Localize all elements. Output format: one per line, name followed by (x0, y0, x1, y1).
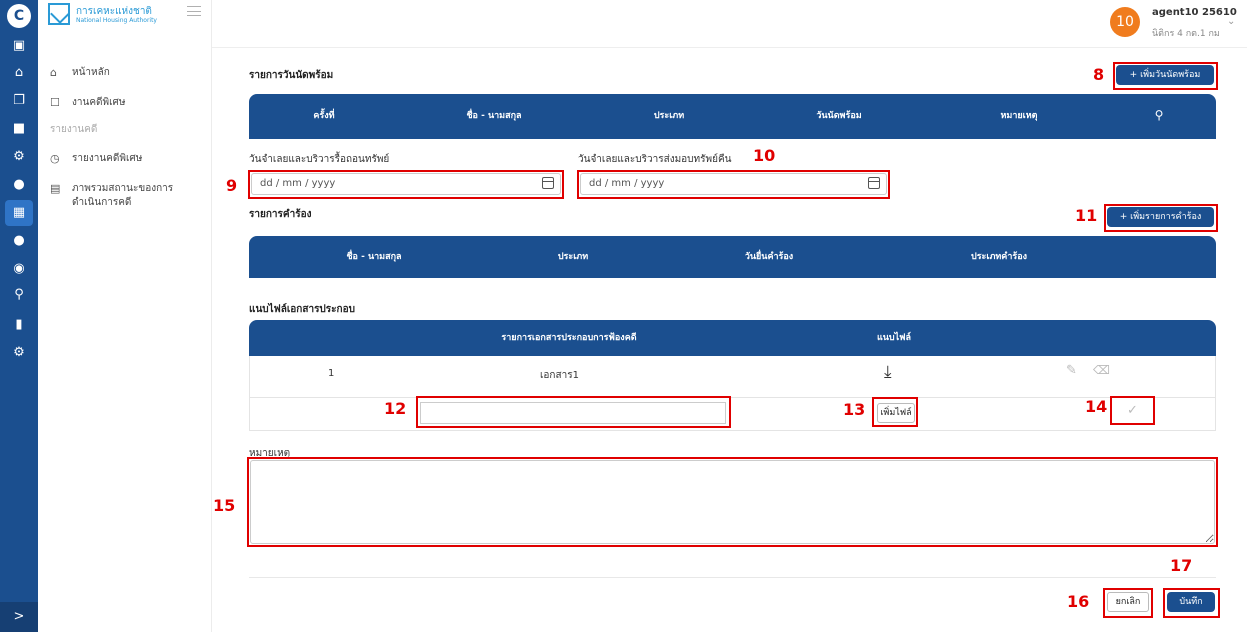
annotation-box (1163, 588, 1220, 618)
clock-icon: ◷ (50, 152, 60, 165)
brand-logo-icon (48, 3, 70, 25)
callout-number: 17 (1170, 556, 1193, 575)
dashboard-icon[interactable]: ▦ (5, 200, 33, 226)
annotation-box (1113, 62, 1218, 90)
callout-number: 9 (226, 176, 238, 195)
briefcase-icon[interactable]: ▣ (0, 33, 38, 59)
user-icon[interactable]: ● (0, 172, 38, 198)
annotation-box (247, 457, 1218, 547)
column-header: รายการเอกสารประกอบการฟ้องคดี (501, 333, 637, 343)
sidebar-section-label: รายงานคดี (50, 124, 98, 135)
column-header: ประเภทคำร้อง (970, 252, 1028, 262)
annotation-box (416, 396, 731, 428)
brand[interactable]: การเคหะแห่งชาติ National Housing Authori… (48, 3, 198, 31)
column-header: ประเภท (653, 111, 685, 121)
callout-number: 8 (1093, 65, 1105, 84)
divider (249, 577, 1216, 578)
chevron-down-icon[interactable]: ⌄ (1227, 16, 1235, 27)
brand-name-en: National Housing Authority (76, 17, 157, 24)
column-header: วันนัดพร้อม (816, 111, 862, 121)
expand-sidebar-button[interactable]: > (0, 602, 38, 632)
attachments-table-header: รายการเอกสารประกอบการฟ้องคดี แนบไฟล์ (249, 320, 1216, 356)
cogs-icon[interactable]: ⚙ (0, 340, 38, 366)
row-number: 1 (328, 368, 335, 379)
table-row: 1 เอกสาร1 ⤓ ✎ ⌫ (249, 356, 1216, 398)
ready-list-table-header: ครั้งที่ ชื่อ - นามสกุล ประเภท วันนัดพร้… (249, 94, 1216, 139)
annotation-box (1110, 396, 1155, 425)
sidebar-item-label: รายงานคดีพิเศษ (72, 153, 143, 164)
sidebar-item-label: หน้าหลัก (72, 67, 110, 78)
document-icon[interactable]: ■ (0, 116, 38, 142)
column-header: ชื่อ - นามสกุล (466, 111, 522, 121)
callout-number: 15 (213, 496, 236, 515)
bookmark-icon: ☐ (50, 96, 60, 109)
copy-icon[interactable]: ❐ (0, 88, 38, 114)
petitions-title: รายการคำร้อง (249, 209, 312, 220)
return-date-label: วันจำเลยและบริวารส่งมอบทรัพย์คืน (578, 154, 732, 165)
demolish-date-label: วันจำเลยและบริวารรื้อถอนทรัพย์ (249, 154, 390, 165)
search-icon[interactable]: ⚲ (1149, 94, 1169, 136)
sidebar-item-label: งานคดีพิเศษ (72, 97, 126, 108)
petitions-table-header: ชื่อ - นามสกุล ประเภท วันยื่นคำร้อง ประเ… (249, 236, 1216, 278)
column-header: ครั้งที่ (313, 111, 335, 121)
annotation-box (872, 397, 918, 427)
user-role: นิติกร 4 กต.1 กม (1152, 29, 1220, 39)
edit-icon[interactable]: ✎ (1066, 363, 1077, 378)
annotation-box (1103, 588, 1153, 618)
callout-number: 11 (1075, 206, 1098, 225)
download-icon[interactable]: ⤓ (884, 362, 892, 382)
callout-number: 12 (384, 399, 407, 418)
settings-icon[interactable]: ◉ (0, 256, 38, 282)
top-bar: 10 agent10 25610 นิติกร 4 กต.1 กม ⌄ (212, 0, 1247, 48)
column-header: ประเภท (557, 252, 589, 262)
home-icon[interactable]: ⌂ (0, 60, 38, 86)
annotation-box (1104, 204, 1218, 232)
callout-number: 16 (1067, 592, 1090, 611)
column-header: วันยื่นคำร้อง (744, 252, 794, 262)
icon-rail: C ▣ ⌂ ❐ ■ ⚙ ● ▦ ● ◉ ⚲ ▮ ⚙ > (0, 0, 38, 632)
avatar[interactable]: 10 (1110, 7, 1140, 37)
sidebar: การเคหะแห่งชาติ National Housing Authori… (38, 0, 212, 632)
attachments-title: แนบไฟล์เอกสารประกอบ (249, 304, 355, 315)
delete-icon[interactable]: ⌫ (1093, 363, 1110, 377)
column-header: หมายเหตุ (1000, 111, 1038, 121)
annotation-box (577, 170, 890, 199)
app-logo[interactable]: C (7, 4, 31, 28)
column-header: ชื่อ - นามสกุล (346, 252, 402, 262)
gear-icon[interactable]: ⚙ (0, 144, 38, 170)
search-icon[interactable]: ⚲ (0, 282, 38, 308)
callout-number: 10 (753, 146, 776, 165)
annotation-box (248, 170, 564, 199)
home-outline-icon: ⌂ (50, 66, 57, 79)
users-icon[interactable]: ● (0, 228, 38, 254)
callout-number: 14 (1085, 397, 1108, 416)
ready-list-title: รายการวันนัดพร้อม (249, 70, 334, 81)
callout-number: 13 (843, 400, 866, 419)
file-icon: ▤ (50, 182, 61, 195)
sidebar-item-label: ภาพรวมสถานะของการดำเนินการคดี (72, 183, 174, 208)
hamburger-menu-icon[interactable] (187, 6, 201, 16)
chart-icon[interactable]: ▮ (0, 312, 38, 338)
column-header: แนบไฟล์ (876, 333, 912, 343)
document-name: เอกสาร1 (540, 370, 579, 381)
user-name: agent10 25610 (1152, 7, 1237, 18)
